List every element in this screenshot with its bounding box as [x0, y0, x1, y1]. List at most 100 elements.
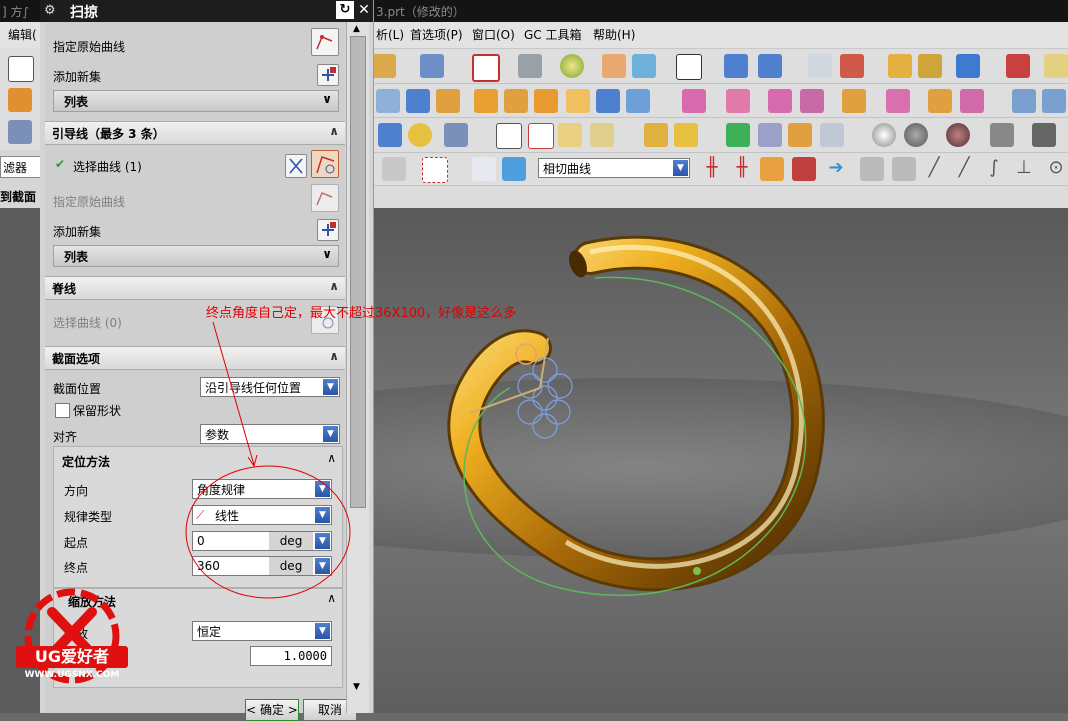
menu-gc-toolbox[interactable]: GC 工具箱 [524, 26, 582, 43]
move-icon[interactable] [724, 54, 748, 78]
sketch-icon[interactable] [8, 120, 32, 144]
surface-icon[interactable] [504, 89, 528, 113]
scroll-down-icon[interactable]: ▼ [353, 682, 360, 692]
mesh-icon[interactable] [1042, 89, 1066, 113]
sheet-icon[interactable] [1012, 89, 1036, 113]
rectangle-select-icon[interactable] [422, 157, 448, 183]
check-icon[interactable] [726, 123, 750, 147]
guide-curve-select-button[interactable] [311, 150, 339, 178]
section-position-select[interactable]: 沿引导线任何位置 ▼ [200, 377, 340, 397]
menu-help[interactable]: 帮助(H) [593, 26, 635, 43]
trim-icon[interactable] [596, 89, 620, 113]
new-file-icon[interactable] [8, 56, 34, 82]
subtract-icon[interactable] [768, 89, 792, 113]
guides-specify-button[interactable] [311, 184, 339, 212]
material-icon[interactable] [904, 123, 928, 147]
view-icon[interactable] [632, 54, 656, 78]
stop-at-icon[interactable]: ╫ [730, 157, 754, 181]
triangle-icon[interactable] [496, 123, 522, 149]
block-icon[interactable] [406, 89, 430, 113]
table-icon[interactable] [808, 54, 832, 78]
arc-icon[interactable]: ∫ [982, 157, 1006, 181]
sphere-icon[interactable] [560, 54, 584, 78]
law-type-select[interactable]: ⟋ 线性 ▼ [192, 505, 332, 525]
box-select-icon[interactable] [472, 157, 496, 181]
start-value-field[interactable]: 0 deg ▼ [192, 531, 332, 551]
spine-section-header[interactable]: 脊线 ∧ [45, 276, 345, 300]
layer-icon[interactable] [602, 54, 626, 78]
circle-center-icon[interactable]: ⊙ [1044, 157, 1068, 181]
snap-mid-icon[interactable] [892, 157, 916, 181]
specify-curve-button[interactable] [311, 28, 339, 56]
rotate-icon[interactable] [758, 54, 782, 78]
assembly-icon[interactable] [644, 123, 668, 147]
point-set-icon[interactable] [558, 123, 582, 147]
spring-icon[interactable] [378, 123, 402, 147]
chamfer-icon[interactable] [928, 89, 952, 113]
intersection-icon[interactable]: ╫ [700, 157, 724, 181]
axis-icon[interactable] [820, 123, 844, 147]
face-icon[interactable] [534, 89, 558, 113]
pattern-icon[interactable] [888, 54, 912, 78]
cylinder-icon[interactable] [436, 89, 460, 113]
dimension-icon[interactable] [1006, 54, 1030, 78]
menu-edit[interactable]: 编辑( [8, 26, 37, 43]
guides-add-set-button[interactable] [317, 219, 339, 241]
filter-box[interactable]: 滤器 [0, 156, 42, 178]
preserve-shape-checkbox[interactable] [55, 403, 70, 418]
grid-icon[interactable] [528, 123, 554, 149]
component-icon[interactable] [674, 123, 698, 147]
shell-icon[interactable] [566, 89, 590, 113]
sweep-icon[interactable] [444, 123, 468, 147]
menu-preferences[interactable]: 首选项(P) [410, 26, 463, 43]
offset-icon[interactable] [626, 89, 650, 113]
reset-icon[interactable]: ↻ [336, 1, 354, 19]
arrow-right-icon[interactable]: ➔ [824, 157, 848, 181]
close-icon[interactable]: ✕ [356, 1, 372, 19]
line-icon[interactable]: ╱ [922, 157, 946, 181]
constraint-icon[interactable] [758, 123, 782, 147]
wcs-icon[interactable] [840, 54, 864, 78]
draft-icon[interactable] [960, 89, 984, 113]
feature-icon[interactable] [682, 89, 706, 113]
scale-select[interactable]: 恒定 ▼ [192, 621, 332, 641]
ruler-icon[interactable] [1044, 54, 1068, 78]
sphere-shade-icon[interactable] [872, 123, 896, 147]
list-bar-2[interactable]: 列表 ∨ [53, 245, 339, 267]
blend-icon[interactable] [886, 89, 910, 113]
chevron-up-icon[interactable]: ∧ [327, 451, 336, 465]
render-icon[interactable] [518, 54, 542, 78]
chevron-down-icon[interactable]: ▼ [315, 558, 330, 574]
solid-icon[interactable] [8, 88, 32, 112]
add-set-button[interactable] [317, 64, 339, 86]
analysis-icon[interactable] [372, 54, 396, 78]
snap-point-icon[interactable] [760, 157, 784, 181]
align-select[interactable]: 参数 ▼ [200, 424, 340, 444]
menu-window[interactable]: 窗口(O) [472, 26, 515, 43]
studio-icon[interactable] [990, 123, 1014, 147]
scrollbar-thumb[interactable] [350, 36, 366, 508]
box-icon[interactable] [474, 89, 498, 113]
table-edit-icon[interactable] [788, 123, 812, 147]
section-options-header[interactable]: 截面选项 ∧ [45, 346, 345, 370]
direction-select[interactable]: 角度规律 ▼ [192, 479, 332, 499]
guides-section-header[interactable]: 引导线（最多 3 条） ∧ [45, 121, 345, 145]
selection-filter-icon[interactable] [382, 157, 406, 181]
cube-select-icon[interactable] [502, 157, 526, 181]
texture-icon[interactable] [946, 123, 970, 147]
info-icon[interactable] [420, 54, 444, 78]
end-value-field[interactable]: 360 deg ▼ [192, 556, 332, 576]
snap-icon[interactable] [956, 54, 980, 78]
list-bar-1[interactable]: 列表 ∨ [53, 90, 339, 112]
follow-icon[interactable] [792, 157, 816, 181]
coil-icon[interactable] [408, 123, 432, 147]
scale-factor-field[interactable]: 1.0000 [250, 646, 332, 666]
extrude-icon[interactable] [376, 89, 400, 113]
line-point-icon[interactable]: ╱ [952, 157, 976, 181]
chevron-up-icon[interactable]: ∧ [327, 591, 336, 605]
ok-button[interactable]: < 确定 > [245, 699, 299, 721]
group-icon[interactable] [590, 123, 614, 147]
scroll-up-icon[interactable]: ▲ [353, 24, 360, 34]
intersect-point-icon[interactable]: ⊥ [1012, 157, 1036, 181]
dialog-title-bar[interactable]: ⚙ 扫掠 ↻ ✕ [40, 0, 373, 22]
